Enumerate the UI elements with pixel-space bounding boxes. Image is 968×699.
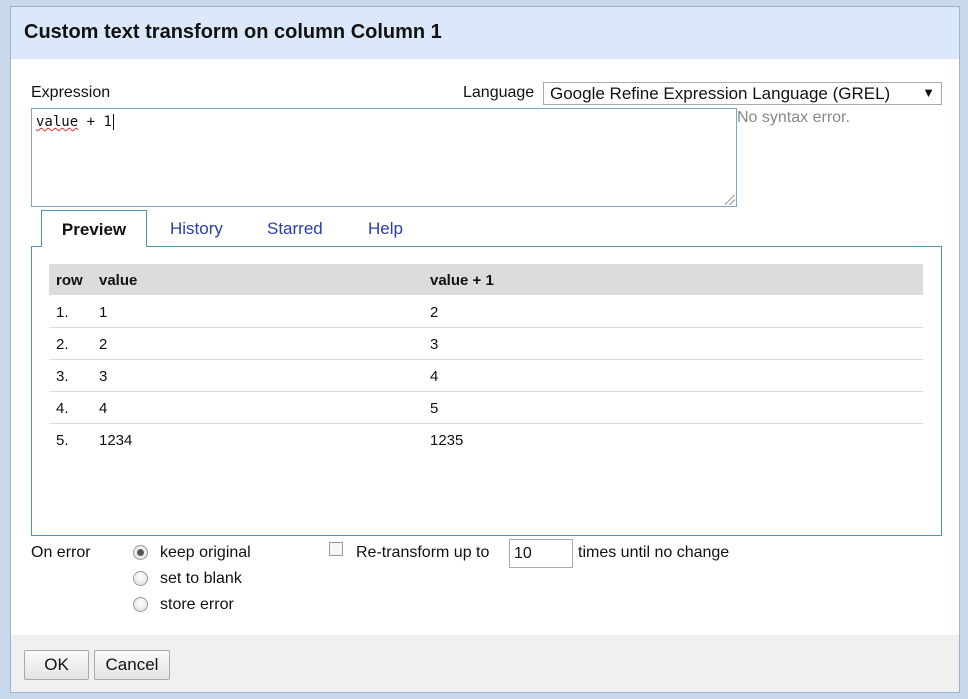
row-result: 5 [430,400,439,417]
retransform-count-input[interactable]: 10 [509,539,573,568]
dropdown-arrow-icon: ▼ [922,85,935,100]
radio-label: store error [160,596,234,613]
syntax-status: No syntax error. [737,109,850,126]
row-number: 1. [56,304,69,321]
retransform-label: Re-transform up to [356,544,490,561]
language-selected-value: Google Refine Expression Language (GREL) [550,84,891,103]
preview-panel: row value value + 1 1. 1 2 2. 2 3 3. 3 4… [31,246,942,536]
retransform-suffix: times until no change [578,544,730,561]
row-value: 1 [99,304,108,321]
retransform-checkbox[interactable] [329,542,343,556]
tab-preview[interactable]: Preview [41,210,147,247]
table-row: 5. 1234 1235 [49,424,923,456]
column-header-row: row [56,272,83,289]
tab-starred[interactable]: Starred [267,210,323,246]
radio-button[interactable] [133,571,148,586]
on-error-label: On error [31,544,91,561]
column-header-result: value + 1 [430,272,494,289]
row-value: 2 [99,336,108,353]
row-value: 4 [99,400,108,417]
expression-label: Expression [31,84,111,101]
row-result: 2 [430,304,439,321]
radio-label: keep original [160,544,251,561]
row-result: 4 [430,368,439,385]
column-header-value: value [99,272,138,289]
table-row: 3. 3 4 [49,360,923,392]
row-value: 3 [99,368,108,385]
radio-button[interactable] [133,597,148,612]
row-number: 3. [56,368,69,385]
dialog-title: Custom text transform on column Column 1 [11,7,959,59]
ok-button[interactable]: OK [24,650,89,680]
dialog-footer: OK Cancel [11,635,959,692]
row-value: 1234 [99,432,133,449]
table-row: 1. 1 2 [49,296,923,328]
expression-variable: value [36,114,79,130]
row-number: 2. [56,336,69,353]
table-row: 2. 2 3 [49,328,923,360]
preview-table-header: row value value + 1 [49,264,923,295]
text-caret [112,114,114,130]
radio-button[interactable] [133,545,148,560]
row-result: 3 [430,336,439,353]
radio-label: set to blank [160,570,242,587]
cancel-button[interactable]: Cancel [94,650,170,680]
row-number: 5. [56,432,69,449]
table-row: 4. 4 5 [49,392,923,424]
language-select[interactable]: Google Refine Expression Language (GREL)… [543,82,942,105]
row-number: 4. [56,400,69,417]
expression-rest: + 1 [78,114,112,130]
transform-dialog: Custom text transform on column Column 1… [10,6,960,693]
tab-help[interactable]: Help [368,210,403,246]
expression-textarea[interactable]: value + 1 [31,108,737,207]
tab-history[interactable]: History [170,210,223,246]
language-label: Language [463,84,535,101]
resize-handle-icon[interactable] [725,195,735,205]
row-result: 1235 [430,432,464,449]
